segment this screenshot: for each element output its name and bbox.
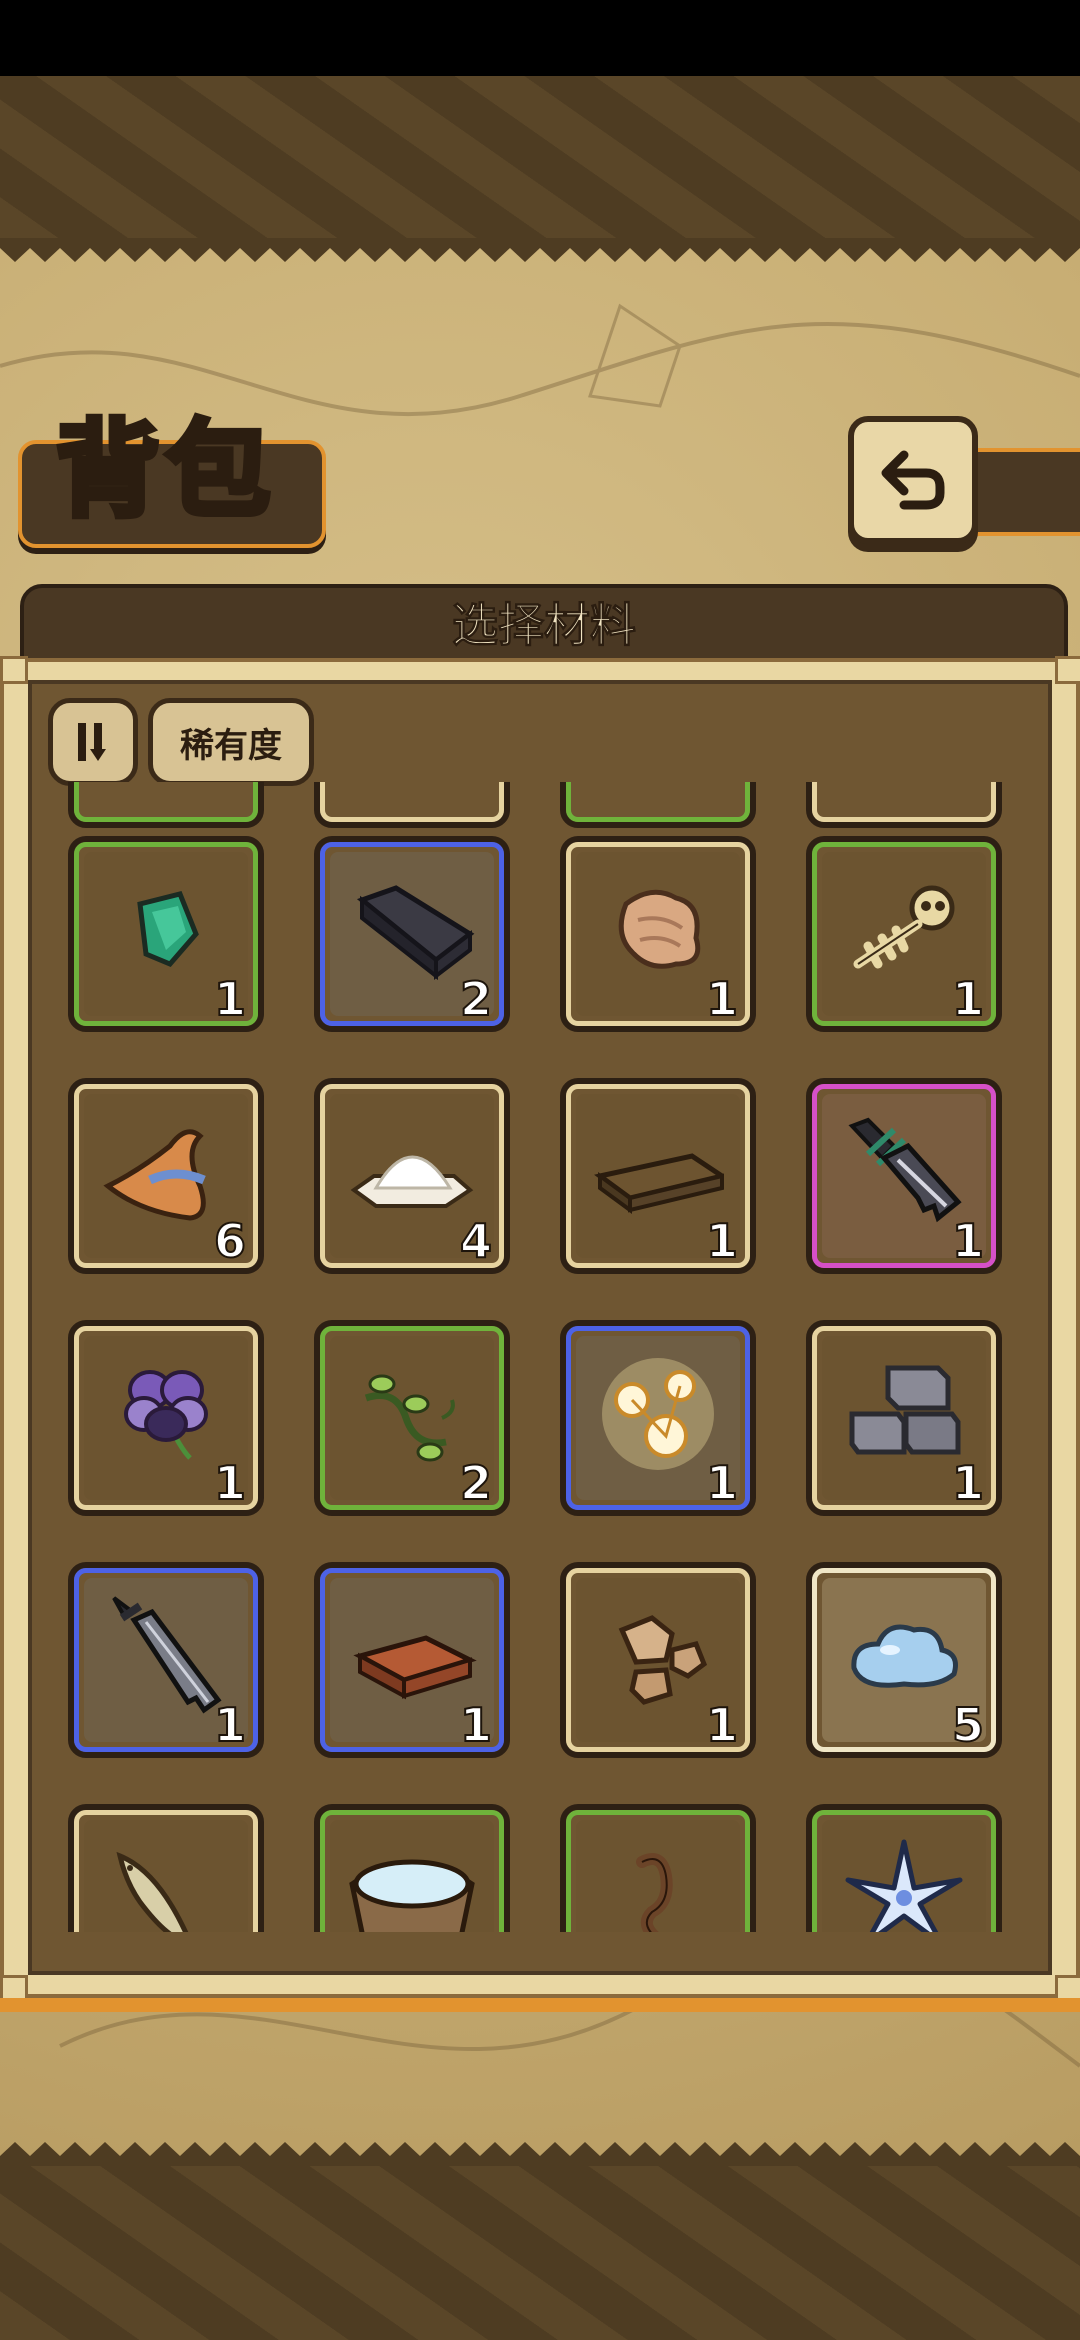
witch-hat-icon bbox=[103, 1129, 206, 1221]
item-count: 1 bbox=[705, 1698, 739, 1752]
item-count: 1 bbox=[213, 972, 247, 1026]
item-slot-dark-ingot[interactable]: 2 bbox=[314, 836, 510, 1032]
item-slot-pansy-flower[interactable]: 1 bbox=[68, 1320, 264, 1516]
item-slot-fish[interactable] bbox=[68, 1804, 264, 1932]
item-count: 5 bbox=[951, 1698, 985, 1752]
map-background-bottom bbox=[0, 2160, 1080, 2340]
item-count: 1 bbox=[459, 1698, 493, 1752]
item-slot-broken-sword[interactable]: 1 bbox=[806, 1078, 1002, 1274]
item-slot[interactable] bbox=[806, 782, 1002, 828]
frame-corner bbox=[1055, 656, 1080, 684]
item-count: 2 bbox=[459, 1456, 493, 1510]
clay-brick-icon bbox=[353, 1635, 477, 1700]
back-button[interactable] bbox=[848, 416, 978, 544]
item-count: 1 bbox=[951, 1214, 985, 1268]
rope-coil-icon bbox=[636, 1853, 673, 1932]
frame-corner bbox=[0, 656, 28, 684]
glowing-orbs-icon bbox=[602, 1358, 714, 1470]
item-slot-glowing-orbs[interactable]: 1 bbox=[560, 1320, 756, 1516]
item-count: 4 bbox=[459, 1214, 493, 1268]
item-slot[interactable] bbox=[314, 782, 510, 828]
item-slot-clay-brick[interactable]: 1 bbox=[314, 1562, 510, 1758]
item-slot-rope[interactable] bbox=[560, 1804, 756, 1932]
item-count: 1 bbox=[951, 972, 985, 1026]
fish-icon bbox=[116, 1851, 189, 1932]
item-slot-fur-pelt[interactable]: 1 bbox=[560, 836, 756, 1032]
wood-plank-icon bbox=[594, 1153, 724, 1214]
sort-order-button[interactable] bbox=[48, 698, 138, 786]
item-slot-blue-slime[interactable]: 5 bbox=[806, 1562, 1002, 1758]
rock-pile-icon bbox=[618, 1615, 708, 1705]
skeleton-bones-icon bbox=[853, 885, 955, 969]
item-slot[interactable] bbox=[560, 782, 756, 828]
item-count: 1 bbox=[951, 1456, 985, 1510]
item-slot-wood-plank[interactable]: 1 bbox=[560, 1078, 756, 1274]
panel-title: 选择材料 bbox=[452, 598, 637, 653]
item-slot-water-bowl[interactable] bbox=[314, 1804, 510, 1932]
green-gem-icon bbox=[137, 891, 199, 968]
item-count: 1 bbox=[213, 1456, 247, 1510]
blue-slime-icon bbox=[851, 1624, 958, 1688]
panel-bottom-trim bbox=[0, 1998, 1080, 2012]
item-slot-stone-bricks[interactable]: 1 bbox=[806, 1320, 1002, 1516]
item-count: 6 bbox=[213, 1214, 247, 1268]
item-slot-skeleton-bones[interactable]: 1 bbox=[806, 836, 1002, 1032]
item-count: 1 bbox=[213, 1698, 247, 1752]
status-bar bbox=[0, 0, 1080, 76]
item-count: 1 bbox=[705, 1214, 739, 1268]
item-grid: 1 2 1 1 6 4 1 1 1 2 1 1 1 1 1 5 bbox=[40, 782, 1040, 1932]
item-slot-witch-hat[interactable]: 6 bbox=[68, 1078, 264, 1274]
broken-sword-icon bbox=[848, 1117, 962, 1223]
dark-ingot-icon bbox=[356, 885, 475, 981]
item-slot-white-powder[interactable]: 4 bbox=[314, 1078, 510, 1274]
map-background-top bbox=[0, 76, 1080, 246]
blue-star-flower-icon bbox=[845, 1839, 963, 1932]
item-slot-green-gem[interactable]: 1 bbox=[68, 836, 264, 1032]
green-vine-icon bbox=[364, 1374, 455, 1462]
dagger-blade-icon bbox=[112, 1596, 222, 1714]
item-slot-green-vine[interactable]: 2 bbox=[314, 1320, 510, 1516]
item-count: 1 bbox=[705, 1456, 739, 1510]
torn-edge-bottom bbox=[0, 2142, 1080, 2166]
fur-pelt-icon bbox=[618, 889, 701, 969]
item-count: 2 bbox=[459, 972, 493, 1026]
item-slot-rock-pile[interactable]: 1 bbox=[560, 1562, 756, 1758]
item-slot-dagger[interactable]: 1 bbox=[68, 1562, 264, 1758]
torn-edge-top bbox=[0, 238, 1080, 262]
page-title: 背包 bbox=[53, 408, 277, 531]
white-powder-icon bbox=[350, 1155, 474, 1208]
item-count: 1 bbox=[705, 972, 739, 1026]
item-slot-star-flower[interactable] bbox=[806, 1804, 1002, 1932]
stone-bricks-icon bbox=[849, 1365, 961, 1455]
purple-pansy-flower-icon bbox=[124, 1370, 208, 1460]
rarity-sort-button[interactable]: 稀有度 bbox=[148, 698, 314, 786]
return-arrow-icon bbox=[881, 450, 945, 510]
item-slot[interactable] bbox=[68, 782, 264, 828]
sort-toggle-icon bbox=[78, 723, 106, 761]
water-bowl-icon bbox=[349, 1859, 475, 1932]
